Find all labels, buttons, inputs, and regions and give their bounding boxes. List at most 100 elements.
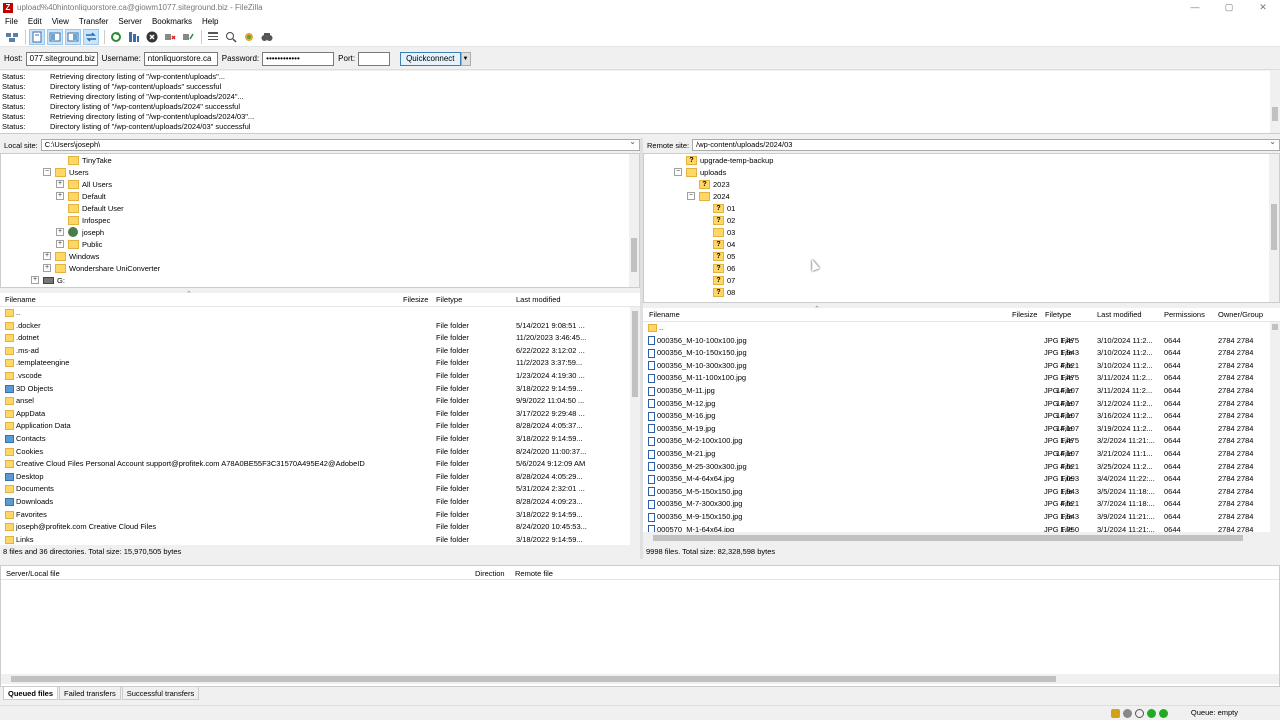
menu-server[interactable]: Server <box>113 15 147 28</box>
remote-site-path-input[interactable]: /wp-content/uploads/2024/03 <box>692 137 1280 151</box>
queue-col-server[interactable]: Server/Local file <box>6 569 60 578</box>
port-input[interactable] <box>358 51 391 66</box>
log-scrollbar[interactable] <box>1270 71 1280 133</box>
remote-file-row[interactable]: 000356_M-4-64x64.jpg 1,093 JPG File 3/4/202… <box>643 473 1269 486</box>
remote-tree-node[interactable]: ? 04 <box>701 238 735 250</box>
local-col-filename[interactable]: Filename <box>5 295 36 304</box>
remote-tree-node[interactable]: 03 <box>701 226 735 238</box>
toggle-queue-icon[interactable] <box>83 29 99 45</box>
local-file-row[interactable]: 3D Objects File folder 3/18/2022 9:14:59..… <box>0 383 628 396</box>
remote-file-row[interactable]: 000356_M-7-300x300.jpg 4,521 JPG File 3/7/2… <box>643 498 1269 511</box>
remote-col-filesize[interactable]: Filesize <box>1012 310 1037 319</box>
local-file-row[interactable]: joseph@profitek.com Creative Cloud Files… <box>0 521 628 534</box>
local-file-row[interactable]: Application Data File folder 8/28/2024 4:0… <box>0 420 628 433</box>
disconnect-icon[interactable] <box>162 29 178 45</box>
remote-tree-node[interactable]: ? upgrade-temp-backup <box>674 154 773 166</box>
remote-file-row[interactable]: 000356_M-16.jpg 14,107 JPG File 3/16/2024 1… <box>643 410 1269 423</box>
local-tree-node[interactable]: Default User <box>56 202 124 214</box>
expand-toggle-icon[interactable]: + <box>56 180 64 188</box>
remote-tree-node[interactable]: ? 05 <box>701 250 735 262</box>
remote-col-permissions[interactable]: Permissions <box>1164 310 1205 319</box>
remote-list-scrollbar[interactable] <box>1270 322 1280 532</box>
menu-help[interactable]: Help <box>197 15 223 28</box>
remote-list-hscrollbar[interactable] <box>643 533 1280 543</box>
remote-tree-node[interactable]: ? 06 <box>701 262 735 274</box>
remote-file-row[interactable]: 000356_M-11.jpg 14,107 JPG File 3/11/2024 1… <box>643 385 1269 398</box>
remote-file-row[interactable]: 000356_M-11-100x100.jpg 1,475 JPG File 3/11… <box>643 372 1269 385</box>
remote-tree-node[interactable]: ? 02 <box>701 214 735 226</box>
directory-listing-filters-icon[interactable] <box>205 29 221 45</box>
local-col-filetype[interactable]: Filetype <box>436 295 462 304</box>
minimize-button[interactable]: — <box>1178 0 1212 15</box>
local-file-row[interactable]: AppData File folder 3/17/2022 9:29:48 ... <box>0 408 628 421</box>
local-tree-node[interactable]: Infospec <box>56 214 110 226</box>
local-file-row[interactable]: Downloads File folder 8/28/2024 4:09:23... <box>0 496 628 509</box>
local-file-row[interactable]: Documents File folder 5/31/2024 2:32:01 ..… <box>0 483 628 496</box>
local-tree-node[interactable]: + Wondershare UniConverter <box>43 262 160 274</box>
remote-file-row[interactable]: 000356_M-10-150x150.jpg 1,943 JPG File 3/10… <box>643 347 1269 360</box>
remote-tree-node[interactable]: ? 2023 <box>687 178 730 190</box>
menu-bookmarks[interactable]: Bookmarks <box>147 15 197 28</box>
expand-toggle-icon[interactable]: − <box>43 168 51 176</box>
remote-tree-node[interactable]: − 2024 <box>687 190 730 202</box>
local-file-row[interactable]: .ms-ad File folder 6/22/2022 3:12:02 ... <box>0 345 628 358</box>
local-tree-node[interactable]: TinyTake <box>56 154 112 166</box>
pane-splitter[interactable] <box>640 138 643 559</box>
expand-toggle-icon[interactable]: − <box>674 168 682 176</box>
remote-tree-node[interactable]: ? 07 <box>701 274 735 286</box>
search-remote-files-icon[interactable] <box>259 29 275 45</box>
local-site-path-input[interactable]: C:\Users\joseph\ <box>40 137 640 151</box>
tab-queued-files[interactable]: Queued files <box>3 687 59 700</box>
expand-toggle-icon[interactable]: + <box>56 240 64 248</box>
local-list-scrollbar[interactable] <box>630 307 640 545</box>
local-col-filesize[interactable]: Filesize <box>403 295 428 304</box>
close-button[interactable]: ✕ <box>1246 0 1280 15</box>
remote-file-row[interactable]: 000356_M-5-150x150.jpg 1,943 JPG File 3/5/2… <box>643 486 1269 499</box>
local-tree-node[interactable]: + G: <box>31 274 65 286</box>
username-input[interactable]: ntonliquorstore.ca <box>143 51 218 66</box>
local-tree-node[interactable]: + Windows <box>43 250 99 262</box>
local-file-row[interactable]: Favorites File folder 3/18/2022 9:14:59... <box>0 509 628 522</box>
remote-col-owner[interactable]: Owner/Group <box>1218 310 1263 319</box>
speed-limit-icon[interactable] <box>1135 709 1144 718</box>
local-tree-node[interactable]: + joseph <box>56 226 104 238</box>
local-tree-node[interactable]: + Public <box>56 238 102 250</box>
remote-file-row[interactable]: 000356_M-9-150x150.jpg 1,943 JPG File 3/9/2… <box>643 511 1269 524</box>
expand-toggle-icon[interactable]: + <box>56 228 64 236</box>
local-file-row[interactable]: .dotnet File folder 11/20/2023 3:46:45... <box>0 332 628 345</box>
local-tree-node[interactable]: + Default <box>56 190 106 202</box>
remote-file-row[interactable]: 000570_M-1-64x64.jpg 1,750 JPG File 3/1/202… <box>643 524 1269 532</box>
remote-col-modified[interactable]: Last modified <box>1097 310 1142 319</box>
maximize-button[interactable]: ▢ <box>1212 0 1246 15</box>
cancel-operation-icon[interactable] <box>144 29 160 45</box>
expand-toggle-icon[interactable]: + <box>43 252 51 260</box>
local-col-modified[interactable]: Last modified <box>516 295 561 304</box>
local-file-row[interactable]: Contacts File folder 3/18/2022 9:14:59... <box>0 433 628 446</box>
remote-col-filename[interactable]: Filename <box>649 310 680 319</box>
remote-tree-scrollbar[interactable] <box>1269 154 1279 302</box>
local-tree-node[interactable]: + All Users <box>56 178 112 190</box>
synchronized-browsing-icon[interactable] <box>241 29 257 45</box>
remote-file-row[interactable]: 000356_M-10-100x100.jpg 1,475 JPG File 3/10… <box>643 335 1269 348</box>
quickconnect-dropdown-button[interactable]: ▼ <box>460 51 471 66</box>
host-input[interactable]: 077.siteground.biz <box>25 51 98 66</box>
local-file-row[interactable]: Desktop File folder 8/28/2024 4:05:29... <box>0 471 628 484</box>
expand-toggle-icon[interactable]: + <box>31 276 39 284</box>
queue-col-direction[interactable]: Direction <box>475 569 505 578</box>
toggle-remote-tree-icon[interactable] <box>65 29 81 45</box>
directory-comparison-icon[interactable] <box>223 29 239 45</box>
local-file-row[interactable]: .vscode File folder 1/23/2024 4:19:30 ... <box>0 370 628 383</box>
password-input[interactable]: •••••••••••• <box>262 51 335 66</box>
remote-file-row[interactable]: 000356_M-21.jpg 14,107 JPG File 3/21/2024 1… <box>643 448 1269 461</box>
remote-file-row[interactable]: 000356_M-2-100x100.jpg 1,475 JPG File 3/2/2… <box>643 435 1269 448</box>
local-tree-scrollbar[interactable] <box>629 154 639 287</box>
remote-file-row[interactable]: 000356_M-25-300x300.jpg 4,521 JPG File 3/25… <box>643 461 1269 474</box>
queue-col-remote[interactable]: Remote file <box>515 569 553 578</box>
remote-col-filetype[interactable]: Filetype <box>1045 310 1071 319</box>
local-tree-node[interactable]: − Users <box>43 166 89 178</box>
expand-toggle-icon[interactable]: − <box>687 192 695 200</box>
remote-file-row[interactable]: .. <box>643 322 1269 335</box>
expand-toggle-icon[interactable]: + <box>43 264 51 272</box>
tab-successful-transfers[interactable]: Successful transfers <box>121 687 200 700</box>
remote-file-row[interactable]: 000356_M-10-300x300.jpg 4,521 JPG File 3/10… <box>643 360 1269 373</box>
